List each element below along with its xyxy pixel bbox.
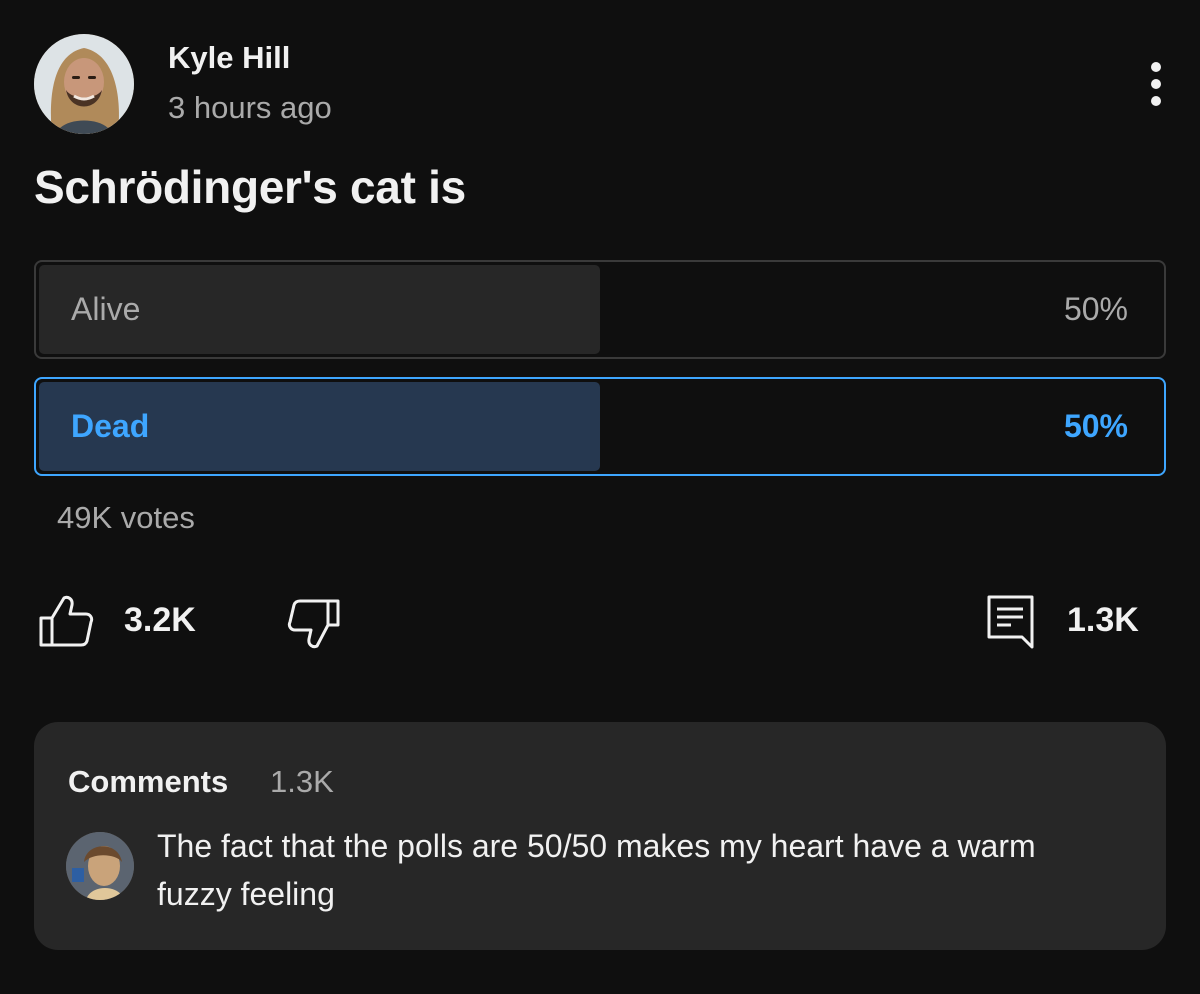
author-name[interactable]: Kyle Hill [168, 40, 290, 76]
poll-option-label: Alive [71, 291, 141, 327]
poll-option-label: Dead [71, 408, 150, 444]
like-count: 3.2K [124, 601, 196, 639]
poll-question: Schrödinger's cat is [34, 161, 466, 213]
comments-preview[interactable]: Comments 1.3K The fact that the polls ar… [34, 722, 1166, 950]
comments-title: Comments [68, 764, 229, 799]
vote-count: 49K votes [57, 500, 195, 535]
thumbs-down-icon [287, 599, 340, 649]
poll-option-percent: 50% [1063, 291, 1128, 327]
like-button[interactable] [38, 594, 94, 648]
poll-option-percent: 50% [1063, 408, 1128, 444]
comments-count: 1.3K [270, 764, 334, 799]
more-vert-icon[interactable] [1136, 58, 1176, 110]
author-avatar[interactable] [34, 34, 134, 134]
comment-count: 1.3K [1067, 601, 1139, 639]
thumbs-up-icon [39, 595, 94, 647]
community-post: Kyle Hill 3 hours ago Schrödinger's cat … [0, 0, 1200, 994]
top-comment-text: The fact that the polls are 50/50 makes … [157, 828, 1036, 912]
poll-option-dead[interactable]: Dead 50% [34, 377, 1166, 476]
comment-button[interactable] [986, 594, 1036, 650]
poll-option-alive[interactable]: Alive 50% [34, 260, 1166, 359]
post-timestamp: 3 hours ago [168, 90, 332, 125]
dislike-button[interactable] [287, 598, 341, 650]
comment-icon [987, 595, 1034, 649]
commenter-avatar[interactable] [66, 832, 134, 900]
